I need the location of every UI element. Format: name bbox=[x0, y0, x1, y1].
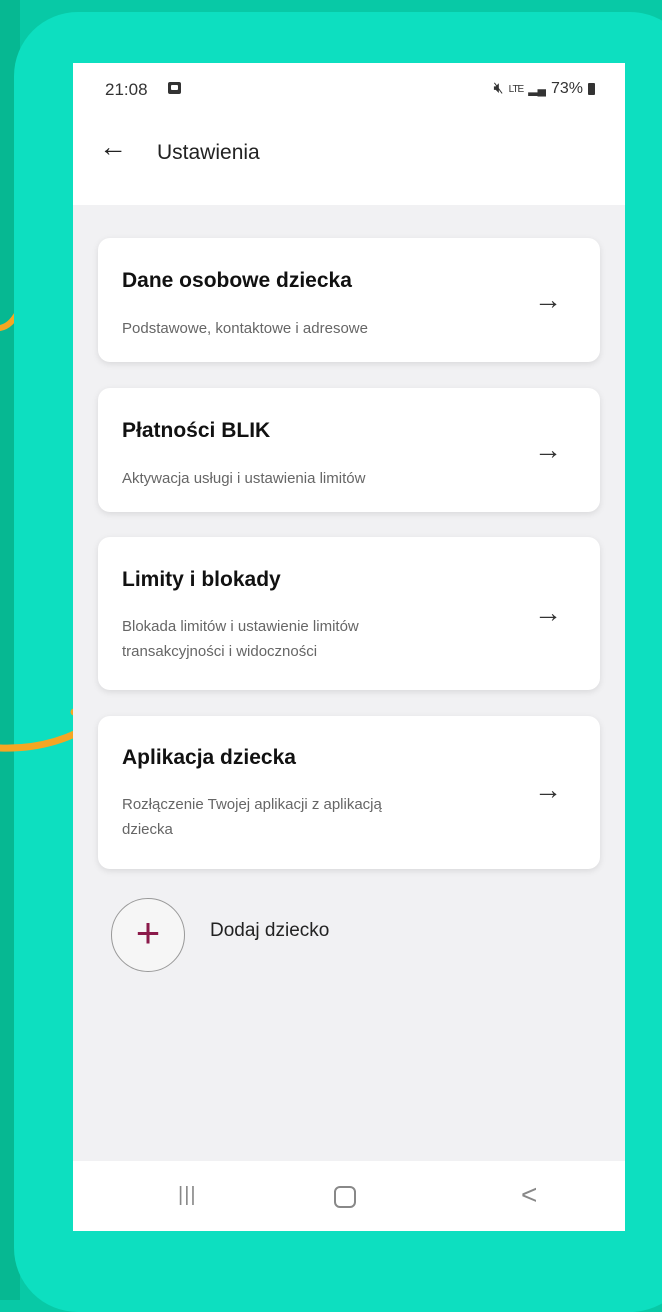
card-limits-blocks[interactable]: Limity i blokady Blokada limitów i ustaw… bbox=[98, 537, 600, 690]
app-header: 21:08 🔇︎ LTE ▂▄ 73% ← Ustawienia bbox=[73, 63, 625, 205]
card-subtitle-line1: Blokada limitów i ustawienie limitów bbox=[122, 618, 359, 635]
phone-screen: 21:08 🔇︎ LTE ▂▄ 73% ← Ustawienia Dane os… bbox=[73, 63, 625, 1231]
nav-back-icon[interactable]: < bbox=[521, 1179, 537, 1211]
plus-icon: + bbox=[135, 909, 161, 956]
signal-icon: ▂▄ bbox=[528, 82, 546, 96]
arrow-right-icon: → bbox=[534, 774, 562, 805]
card-title: Płatności BLIK bbox=[122, 419, 271, 442]
card-title: Limity i blokady bbox=[122, 568, 281, 591]
card-subtitle: Aktywacja usługi i ustawienia limitów bbox=[122, 470, 366, 487]
card-personal-data[interactable]: Dane osobowe dziecka Podstawowe, kontakt… bbox=[98, 238, 600, 362]
battery-icon bbox=[588, 83, 595, 95]
status-time: 21:08 bbox=[105, 80, 148, 99]
card-child-app[interactable]: Aplikacja dziecka Rozłączenie Twojej apl… bbox=[98, 716, 600, 869]
network-type: LTE bbox=[508, 83, 525, 95]
card-title: Dane osobowe dziecka bbox=[122, 269, 352, 292]
gallery-notification-icon bbox=[168, 82, 181, 94]
card-title: Aplikacja dziecka bbox=[122, 746, 296, 769]
recent-apps-icon[interactable]: ||| bbox=[178, 1184, 197, 1207]
arrow-right-icon: → bbox=[534, 434, 562, 465]
arrow-right-icon: → bbox=[534, 597, 562, 628]
arrow-right-icon: → bbox=[534, 284, 562, 315]
card-subtitle-line1: Rozłączenie Twojej aplikacji z aplikacją bbox=[122, 796, 382, 813]
card-subtitle-line2: dziecka bbox=[122, 821, 173, 838]
mute-icon: 🔇︎ bbox=[493, 80, 504, 97]
system-nav-bar: ||| < bbox=[73, 1161, 625, 1231]
add-child-label[interactable]: Dodaj dziecko bbox=[210, 920, 329, 942]
card-blik-payments[interactable]: Płatności BLIK Aktywacja usługi i ustawi… bbox=[98, 388, 600, 512]
card-subtitle: Podstawowe, kontaktowe i adresowe bbox=[122, 320, 368, 337]
page-title: Ustawienia bbox=[157, 141, 260, 164]
card-subtitle-line2: transakcyjności i widoczności bbox=[122, 643, 318, 660]
battery-percent: 73% bbox=[550, 80, 583, 97]
back-arrow-icon[interactable]: ← bbox=[99, 133, 127, 161]
home-icon[interactable] bbox=[334, 1186, 356, 1208]
add-child-button[interactable]: + bbox=[111, 898, 185, 972]
status-indicators: 🔇︎ LTE ▂▄ 73% bbox=[494, 80, 595, 98]
